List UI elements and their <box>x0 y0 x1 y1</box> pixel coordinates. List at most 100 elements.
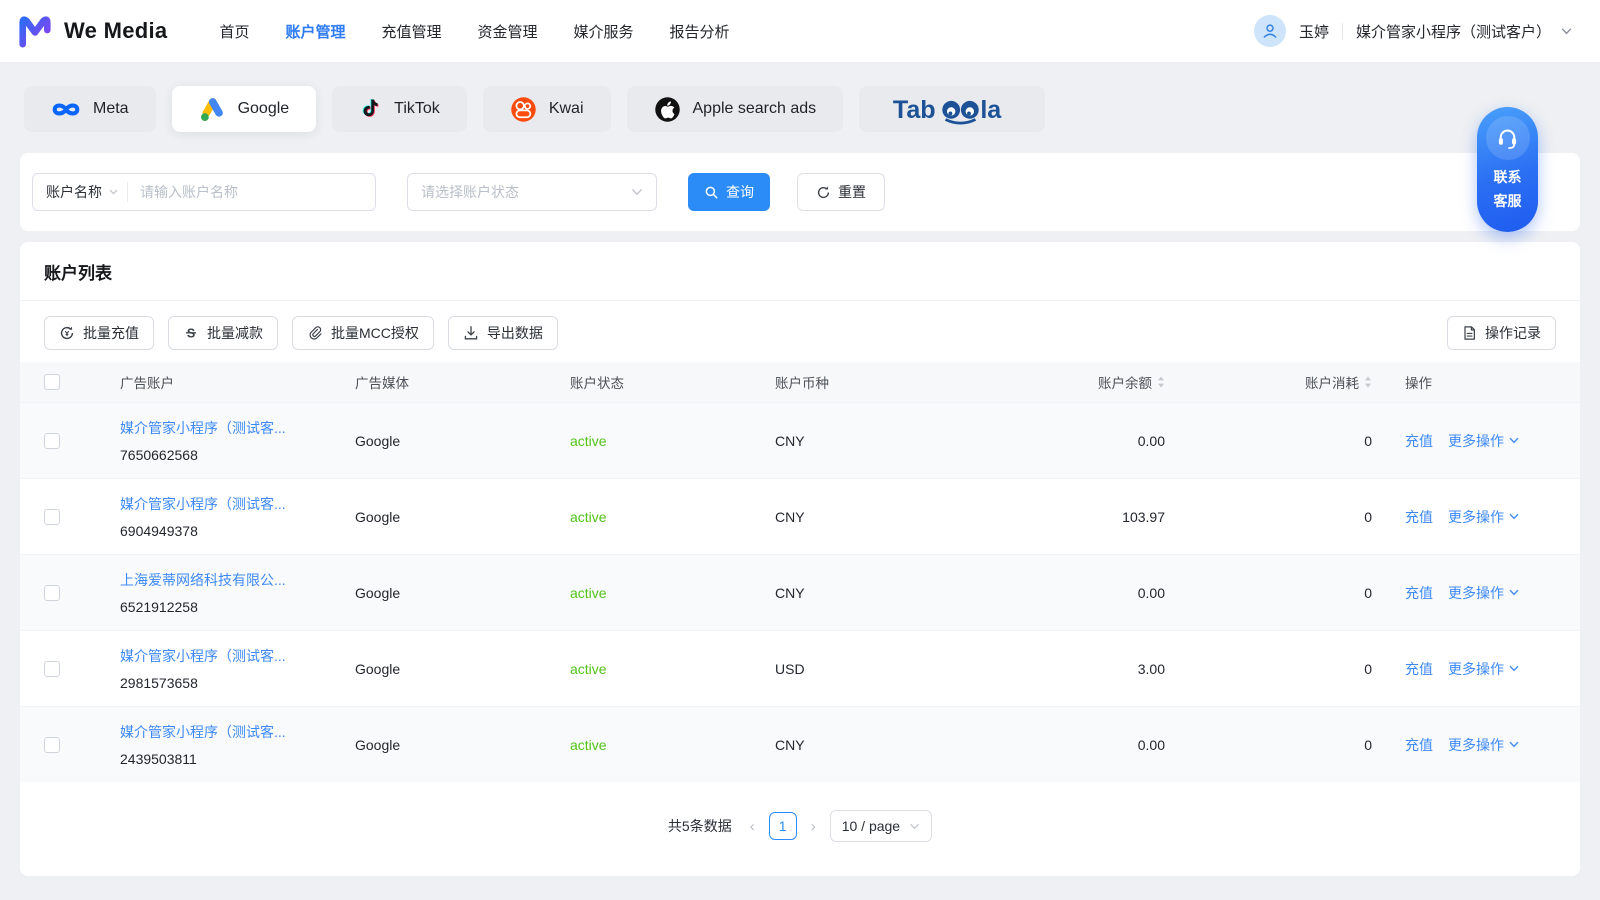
account-list-card: 账户列表 批量充值 S 批量减款 <box>20 242 1580 876</box>
nav-item[interactable]: 充值管理 <box>382 21 442 42</box>
recharge-link[interactable]: 充值 <box>1405 735 1433 755</box>
bulk-mcc-button[interactable]: 批量MCC授权 <box>292 316 434 350</box>
list-toolbar: 批量充值 S 批量减款 批量MCC授权 导出数据 <box>20 301 1580 362</box>
tab-tiktok[interactable]: TikTok <box>332 86 467 132</box>
recharge-link[interactable]: 充值 <box>1405 583 1433 603</box>
row-checkbox[interactable] <box>44 508 60 525</box>
more-actions-link[interactable]: 更多操作 <box>1448 507 1519 527</box>
chevron-down-icon <box>631 188 643 196</box>
tab-meta[interactable]: Meta <box>24 86 156 132</box>
row-checkbox[interactable] <box>44 660 60 677</box>
more-actions-link[interactable]: 更多操作 <box>1448 583 1519 603</box>
row-checkbox[interactable] <box>44 584 60 601</box>
bulk-recharge-button[interactable]: 批量充值 <box>44 316 154 350</box>
currency-cell: CNY <box>775 736 805 753</box>
account-name-link[interactable]: 媒介管家小程序（测试客... <box>120 418 345 438</box>
spend-sort-icon[interactable] <box>1364 376 1372 388</box>
top-header: We Media 首页 账户管理 充值管理 资金管理 媒介服务 报告分析 玉婷 … <box>0 0 1600 62</box>
account-status-select[interactable]: 请选择账户状态 <box>407 173 657 211</box>
contact-support-label: 联系 客服 <box>1493 169 1522 209</box>
we-media-logo-icon <box>16 14 54 48</box>
nav-item[interactable]: 资金管理 <box>478 21 538 42</box>
account-cell: 媒介管家小程序（测试客... 2981573658 <box>120 646 355 691</box>
apple-icon <box>654 96 680 122</box>
more-actions-link[interactable]: 更多操作 <box>1448 735 1519 755</box>
balance-cell: 0.00 <box>1137 584 1165 601</box>
export-icon <box>464 326 478 340</box>
search-icon <box>705 186 718 198</box>
next-page-button[interactable]: › <box>809 818 818 835</box>
chevron-down-icon <box>1509 437 1519 444</box>
google-ads-icon <box>200 97 223 121</box>
reset-icon <box>817 185 830 198</box>
table-row: 媒介管家小程序（测试客... 2981573658 Google active … <box>20 630 1580 706</box>
operation-records-button[interactable]: 操作记录 <box>1447 316 1556 350</box>
recharge-link[interactable]: 充值 <box>1405 507 1433 527</box>
page-size-select[interactable]: 10 / page <box>829 810 933 842</box>
account-management-page: We Media 首页 账户管理 充值管理 资金管理 媒介服务 报告分析 玉婷 … <box>0 0 1600 900</box>
row-checkbox[interactable] <box>44 736 60 753</box>
account-id: 2439503811 <box>120 751 197 767</box>
brand-logo[interactable]: We Media <box>16 14 167 48</box>
more-actions-link[interactable]: 更多操作 <box>1448 431 1519 451</box>
spend-cell: 0 <box>1364 660 1372 677</box>
bulk-mcc-label: 批量MCC授权 <box>331 325 419 341</box>
filter-field-select[interactable]: 账户名称 <box>33 182 127 202</box>
contact-support-button[interactable]: 联系 客服 <box>1477 107 1538 232</box>
tab-kwai[interactable]: Kwai <box>482 86 611 132</box>
more-actions-label: 更多操作 <box>1448 584 1504 601</box>
tiktok-icon <box>362 98 379 117</box>
person-icon <box>1263 24 1277 38</box>
user-name: 玉婷 <box>1298 23 1329 41</box>
row-checkbox[interactable] <box>44 432 60 449</box>
account-cell: 媒介管家小程序（测试客... 2439503811 <box>120 722 355 767</box>
account-cell: 上海爱蒂网络科技有限公... 6521912258 <box>120 570 355 615</box>
tab-google[interactable]: Google <box>171 86 317 132</box>
nav-item[interactable]: 报告分析 <box>670 21 730 42</box>
nav-item[interactable]: 首页 <box>219 21 249 42</box>
account-name-link[interactable]: 媒介管家小程序（测试客... <box>120 646 345 666</box>
select-all-checkbox[interactable] <box>44 374 60 390</box>
export-data-button[interactable]: 导出数据 <box>447 316 558 350</box>
account-name-input[interactable] <box>128 184 375 200</box>
status-placeholder: 请选择账户状态 <box>421 184 519 200</box>
reset-button[interactable]: 重置 <box>797 173 885 211</box>
account-name-link[interactable]: 媒介管家小程序（测试客... <box>120 722 345 742</box>
more-actions-link[interactable]: 更多操作 <box>1448 659 1519 679</box>
more-actions-label: 更多操作 <box>1448 736 1504 753</box>
bulk-deduct-icon: S <box>186 326 196 340</box>
tab-label: TikTok <box>394 100 440 117</box>
platform-tab-bar: Meta Google TikTok Kwai Apple search ads… <box>0 62 1600 132</box>
tab-taboola[interactable]: Tab la <box>859 86 1046 132</box>
org-switcher[interactable]: 媒介管家小程序（测试客户） <box>1356 21 1572 42</box>
prev-page-button[interactable]: ‹ <box>748 818 757 835</box>
balance-sort-icon[interactable] <box>1157 376 1165 388</box>
recharge-link[interactable]: 充值 <box>1405 431 1433 451</box>
col-spend: 账户消耗 <box>1305 376 1359 391</box>
list-title: 账户列表 <box>44 263 112 283</box>
currency-cell: USD <box>775 660 805 677</box>
export-data-label: 导出数据 <box>486 325 543 341</box>
account-name-link[interactable]: 上海爱蒂网络科技有限公... <box>120 570 345 590</box>
avatar[interactable] <box>1253 15 1286 47</box>
more-actions-label: 更多操作 <box>1448 432 1504 449</box>
page-number[interactable]: 1 <box>768 812 797 840</box>
account-cell: 媒介管家小程序（测试客... 6904949378 <box>120 494 355 539</box>
col-currency: 账户币种 <box>775 376 829 391</box>
nav-item[interactable]: 账户管理 <box>285 21 345 42</box>
account-name-link[interactable]: 媒介管家小程序（测试客... <box>120 494 345 514</box>
balance-cell: 103.97 <box>1122 508 1165 525</box>
account-name-filter: 账户名称 <box>32 173 376 211</box>
balance-cell: 3.00 <box>1137 660 1165 677</box>
tab-apple-search-ads[interactable]: Apple search ads <box>626 86 844 132</box>
bulk-deduct-button[interactable]: S 批量减款 <box>168 316 278 350</box>
recharge-link[interactable]: 充值 <box>1405 659 1433 679</box>
headset-icon <box>1498 129 1517 149</box>
user-area: 玉婷 媒介管家小程序（测试客户） <box>1253 15 1572 47</box>
bulk-deduct-label: 批量减款 <box>207 325 263 341</box>
account-cell: 媒介管家小程序（测试客... 7650662568 <box>120 418 355 463</box>
table-header: 广告账户 广告媒体 账户状态 账户币种 账户余额 账户消耗 操作 <box>20 362 1580 402</box>
nav-item[interactable]: 媒介服务 <box>574 21 634 42</box>
balance-cell: 0.00 <box>1137 432 1165 449</box>
search-button[interactable]: 查询 <box>688 173 770 211</box>
